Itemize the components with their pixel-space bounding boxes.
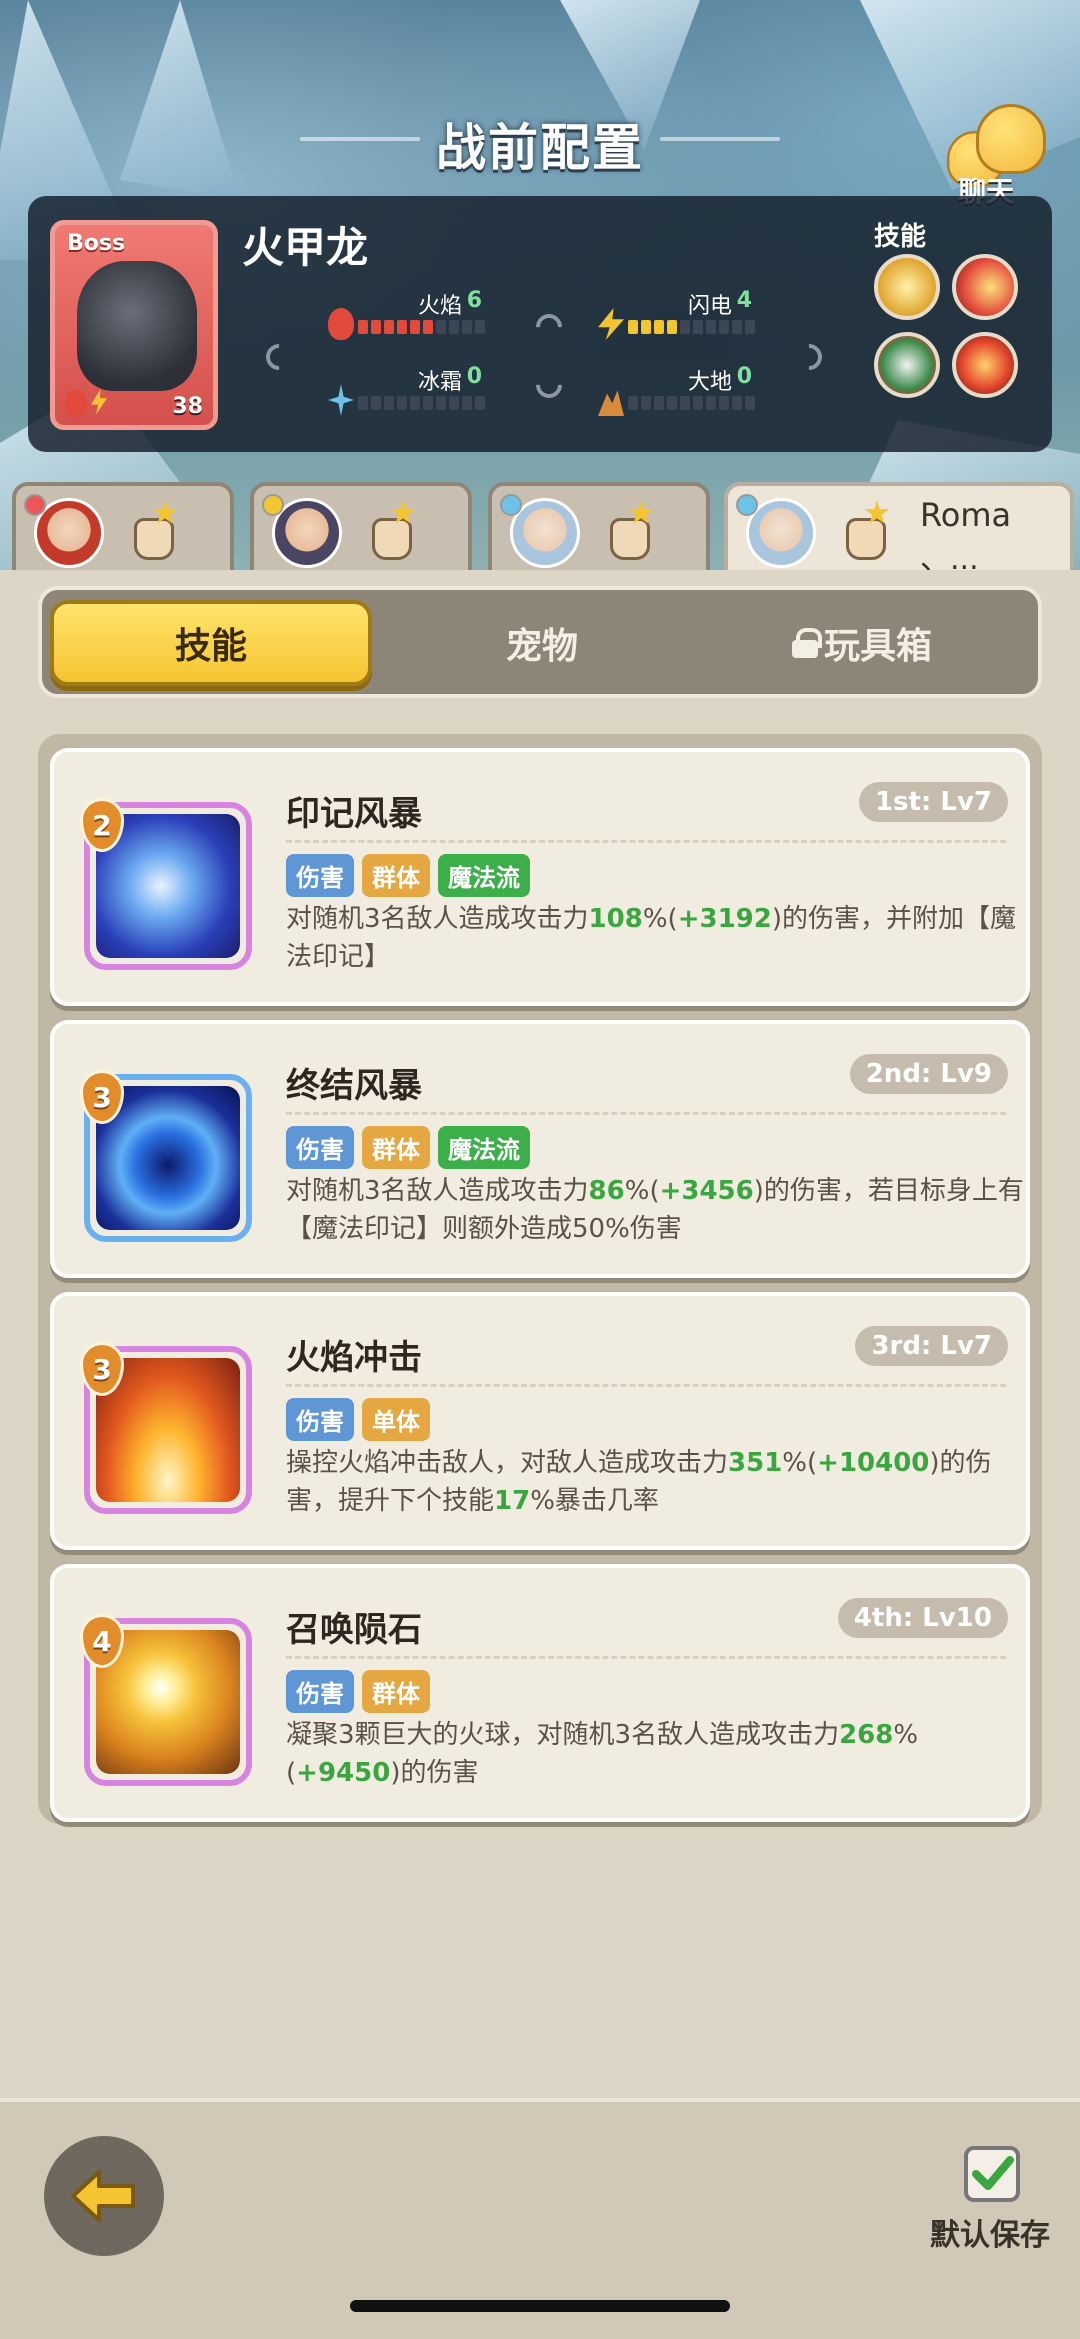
snowflake-icon (328, 384, 354, 416)
skill-tags: 伤害 单体 (286, 1398, 430, 1441)
skill-description: 对随机3名敌人造成攻击力108%(+3192)的伤害，并附加【魔法印记】 (286, 904, 1016, 972)
skill-description: 操控火焰冲击敌人，对敌人造成攻击力351%(+10400)的伤害，提升下个技能1… (286, 1448, 992, 1516)
skill-tag: 魔法流 (438, 1126, 530, 1169)
skill-title: 召唤陨石 (286, 1610, 422, 1650)
tab-skills[interactable]: 技能 (50, 600, 372, 686)
lock-icon (791, 628, 822, 658)
skill-tag: 群体 (362, 1670, 430, 1713)
divider (286, 1112, 1006, 1115)
back-arrow-icon (71, 2170, 135, 2222)
hand-star-icon (366, 500, 422, 562)
hero-element-badge (262, 494, 284, 516)
fire-swirl-icon[interactable] (952, 254, 1018, 320)
skill-tag: 魔法流 (438, 854, 530, 897)
stat-earth-value: 0 (736, 364, 752, 389)
stat-earth-bar (628, 396, 755, 410)
hand-star-icon (128, 500, 184, 562)
divider (286, 840, 1006, 843)
skill-tags: 伤害 群体 (286, 1670, 430, 1713)
hero-name: Roma (920, 496, 1012, 534)
skill-tags: 伤害 群体 魔法流 (286, 1126, 530, 1169)
stat-fire-label: 火焰 (417, 294, 462, 319)
boss-monster-image (77, 261, 197, 391)
boss-name: 火甲龙 (242, 223, 369, 272)
stat-lightning-bar (628, 320, 755, 334)
skill-tags: 伤害 群体 魔法流 (286, 854, 530, 897)
fire-icon (328, 308, 354, 340)
skill-tag: 群体 (362, 1126, 430, 1169)
boss-level: 38 (172, 394, 203, 419)
sun-orb-icon[interactable] (874, 254, 940, 320)
hero-tab-1[interactable] (12, 482, 234, 582)
skill-tag: 伤害 (286, 1398, 354, 1441)
back-button[interactable] (44, 2136, 164, 2256)
skill-order-level: 4th: Lv10 (837, 1598, 1008, 1638)
hero-element-badge (500, 494, 522, 516)
stat-lightning-value: 4 (736, 288, 752, 313)
hero-element-badge (24, 494, 46, 516)
chat-button[interactable]: 聊天 (940, 102, 1050, 208)
storm-orb-icon[interactable] (874, 332, 940, 398)
skill-order-level: 3rd: Lv7 (855, 1326, 1008, 1366)
skill-tag: 单体 (362, 1398, 430, 1441)
explosion-icon[interactable] (952, 332, 1018, 398)
skill-card[interactable]: 4 召唤陨石 4th: Lv10 伤害 群体 凝聚3颗巨大的火球，对随机3名敌人… (50, 1564, 1030, 1822)
hero-tab-2[interactable] (250, 482, 472, 582)
stat-fire: 火焰 6 (328, 288, 528, 348)
tab-pets[interactable]: 宠物 (422, 600, 662, 686)
hero-element-badge (736, 494, 758, 516)
lightning-icon (598, 308, 624, 340)
cycle-arrow-icon (530, 308, 568, 346)
boss-info-panel: Boss 38 火甲龙 火焰 6 闪电 4 冰霜 0 大地 0 技能 (28, 196, 1052, 452)
skill-card[interactable]: 3 终结风暴 2nd: Lv9 伤害 群体 魔法流 对随机3名敌人造成攻击力86… (50, 1020, 1030, 1278)
skill-tag: 伤害 (286, 1670, 354, 1713)
stat-frost-label: 冰霜 (417, 370, 462, 395)
cycle-arrow-icon (260, 338, 298, 376)
page-title: 战前配置 (436, 119, 644, 177)
skill-card[interactable]: 2 印记风暴 1st: Lv7 伤害 群体 魔法流 对随机3名敌人造成攻击力10… (50, 748, 1030, 1006)
checkbox-checked-icon (964, 2146, 1020, 2202)
stat-frost-bar (358, 396, 485, 410)
boss-portrait[interactable]: Boss 38 (50, 220, 218, 430)
tab-toybox[interactable]: 玩具箱 (742, 600, 982, 686)
skill-title: 印记风暴 (286, 794, 422, 834)
tab-toybox-label: 玩具箱 (823, 626, 932, 667)
stat-fire-bar (358, 320, 485, 334)
mountain-icon (598, 390, 624, 416)
stat-earth-label: 大地 (687, 370, 732, 395)
skill-tag: 伤害 (286, 1126, 354, 1169)
skill-description: 对随机3名敌人造成攻击力86%(+3456)的伤害，若目标身上有【魔法印记】则额… (286, 1176, 1024, 1244)
chat-ghost-icon (976, 104, 1046, 174)
skill-card[interactable]: 3 火焰冲击 3rd: Lv7 伤害 单体 操控火焰冲击敌人，对敌人造成攻击力3… (50, 1292, 1030, 1550)
stat-frost-value: 0 (466, 364, 482, 389)
lightning-element-icon (91, 389, 107, 415)
default-save-button[interactable]: 默认保存 (930, 2146, 1060, 2256)
skill-tag: 伤害 (286, 854, 354, 897)
stat-frost: 冰霜 0 (328, 364, 528, 424)
stat-fire-value: 6 (466, 288, 482, 313)
cycle-arrow-icon (530, 366, 568, 404)
boss-skills-label: 技能 (874, 222, 927, 252)
hand-star-icon (840, 500, 896, 562)
skill-list: 2 印记风暴 1st: Lv7 伤害 群体 魔法流 对随机3名敌人造成攻击力10… (38, 734, 1042, 1824)
divider (286, 1656, 1006, 1659)
skill-title: 终结风暴 (286, 1066, 422, 1106)
skill-title: 火焰冲击 (286, 1338, 422, 1378)
skill-tag: 群体 (362, 854, 430, 897)
stat-earth: 大地 0 (598, 364, 798, 424)
hero-tab-roma[interactable]: Roma 、... (724, 482, 1074, 582)
hero-tab-3[interactable] (488, 482, 710, 582)
hand-star-icon (604, 500, 660, 562)
skill-order-level: 1st: Lv7 (858, 782, 1008, 822)
fire-element-icon (65, 389, 87, 417)
stat-lightning: 闪电 4 (598, 288, 798, 348)
divider (286, 1384, 1006, 1387)
default-save-label: 默认保存 (930, 2218, 1050, 2253)
config-tab-bar: 技能 宠物 玩具箱 (38, 586, 1042, 698)
skill-description: 凝聚3颗巨大的火球，对随机3名敌人造成攻击力268%(+9450)的伤害 (286, 1720, 919, 1788)
home-indicator (350, 2300, 730, 2312)
boss-tag: Boss (67, 231, 126, 256)
stat-lightning-label: 闪电 (687, 294, 732, 319)
skill-order-level: 2nd: Lv9 (849, 1054, 1008, 1094)
